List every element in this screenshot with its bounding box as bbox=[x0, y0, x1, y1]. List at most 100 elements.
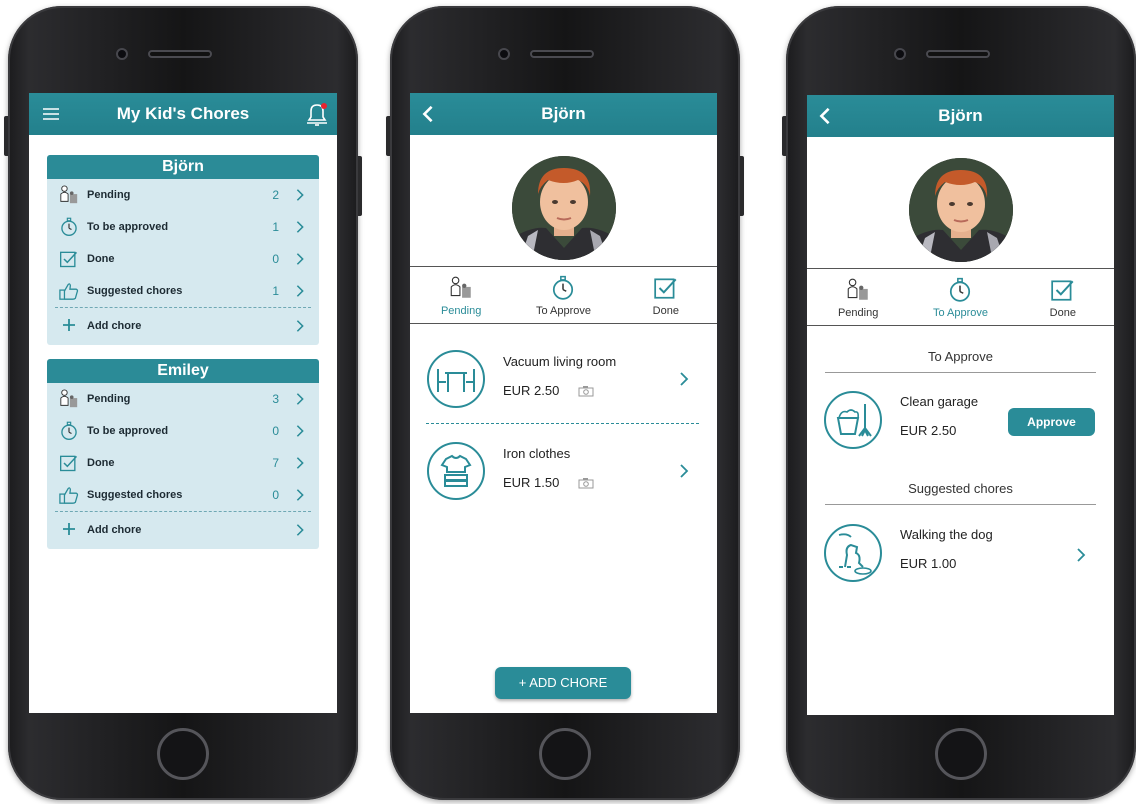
chore-item[interactable]: Iron clothes EUR 1.50 bbox=[410, 429, 717, 509]
row-to-be-approved[interactable]: To be approved 0 bbox=[47, 415, 319, 447]
hamburger-menu-icon[interactable] bbox=[41, 103, 61, 125]
chevron-right-icon bbox=[295, 252, 305, 266]
chevron-right-icon bbox=[295, 456, 305, 470]
chevron-right-icon bbox=[1076, 547, 1086, 563]
tab-label: Done bbox=[652, 305, 679, 317]
divider bbox=[426, 423, 699, 424]
tab-to-approve[interactable]: To Approve bbox=[512, 267, 614, 323]
add-chore-label: Add chore bbox=[87, 320, 142, 332]
checkbox-icon bbox=[653, 275, 679, 301]
chevron-right-icon bbox=[295, 488, 305, 502]
chevron-right-icon bbox=[295, 424, 305, 438]
screen-kid-pending: Björn Pending To Approve Done Vacuum liv… bbox=[410, 93, 717, 713]
stopwatch-icon bbox=[58, 421, 80, 441]
stopwatch-icon bbox=[947, 277, 973, 303]
stopwatch-icon bbox=[58, 217, 80, 237]
screen-kids-overview: My Kid's Chores Björn Pending 2 To be ap… bbox=[29, 93, 337, 713]
stopwatch-icon bbox=[550, 275, 576, 301]
row-label: To be approved bbox=[87, 425, 169, 437]
phone-frame-2: Björn Pending To Approve Done Vacuum liv… bbox=[386, 6, 744, 800]
pending-icon bbox=[58, 389, 80, 409]
chore-price: EUR 2.50 bbox=[900, 423, 957, 438]
folded-clothes-icon bbox=[427, 442, 485, 500]
phone-frame-3: Björn Pending To Approve Done To Approve bbox=[782, 6, 1136, 800]
bucket-broom-icon bbox=[824, 391, 882, 449]
tab-label: Pending bbox=[440, 305, 482, 317]
tab-label: To Approve bbox=[932, 307, 989, 319]
checkbox-icon bbox=[1050, 277, 1076, 303]
tab-pending[interactable]: Pending bbox=[410, 267, 512, 323]
row-label: Done bbox=[87, 457, 115, 469]
chore-item[interactable]: Walking the dog EUR 1.00 bbox=[807, 511, 1114, 591]
plus-icon bbox=[63, 319, 75, 331]
chevron-right-icon bbox=[679, 371, 689, 387]
front-camera bbox=[498, 48, 510, 60]
back-chevron-icon[interactable] bbox=[819, 106, 831, 126]
row-count: 2 bbox=[272, 188, 279, 202]
home-button[interactable] bbox=[935, 728, 987, 780]
checkbox-icon bbox=[58, 249, 80, 269]
page-title: Björn bbox=[541, 104, 586, 123]
chevron-right-icon bbox=[295, 284, 305, 298]
row-to-be-approved[interactable]: To be approved 1 bbox=[47, 211, 319, 243]
row-label: Suggested chores bbox=[87, 489, 183, 501]
row-count: 0 bbox=[272, 488, 279, 502]
tab-bar: Pending To Approve Done bbox=[410, 266, 717, 324]
tab-to-approve[interactable]: To Approve bbox=[909, 269, 1011, 325]
chore-name: Iron clothes bbox=[503, 446, 571, 461]
tab-done[interactable]: Done bbox=[615, 267, 717, 323]
row-label: To be approved bbox=[87, 221, 169, 233]
thumbs-up-icon bbox=[58, 281, 80, 301]
chevron-right-icon bbox=[295, 392, 305, 406]
tab-bar: Pending To Approve Done bbox=[807, 268, 1114, 326]
chore-price: EUR 1.00 bbox=[900, 556, 957, 571]
row-suggested-chores[interactable]: Suggested chores 0 bbox=[47, 479, 319, 511]
approve-button[interactable]: Approve bbox=[1008, 408, 1095, 436]
row-count: 1 bbox=[272, 220, 279, 234]
tab-label: To Approve bbox=[535, 305, 592, 317]
add-chore-button[interactable]: Add chore bbox=[47, 308, 319, 344]
screen-kid-to-approve: Björn Pending To Approve Done To Approve bbox=[807, 95, 1114, 715]
chevron-right-icon bbox=[295, 523, 305, 537]
row-count: 3 bbox=[272, 392, 279, 406]
tab-pending[interactable]: Pending bbox=[807, 269, 909, 325]
row-pending[interactable]: Pending 3 bbox=[47, 383, 319, 415]
chore-name: Vacuum living room bbox=[503, 354, 617, 369]
chore-name: Walking the dog bbox=[900, 527, 993, 542]
notification-bell-icon[interactable] bbox=[305, 101, 329, 127]
row-suggested-chores[interactable]: Suggested chores 1 bbox=[47, 275, 319, 307]
kid-name[interactable]: Emiley bbox=[47, 359, 319, 383]
row-done[interactable]: Done 0 bbox=[47, 243, 319, 275]
chore-price: EUR 1.50 bbox=[503, 475, 560, 490]
front-camera bbox=[894, 48, 906, 60]
kid-card-emiley: Emiley Pending 3 To be approved 0 Done 7 bbox=[47, 359, 319, 549]
section-title: To Approve bbox=[825, 349, 1096, 373]
row-pending[interactable]: Pending 2 bbox=[47, 179, 319, 211]
row-label: Pending bbox=[87, 189, 131, 201]
dog-icon bbox=[824, 524, 882, 582]
tab-label: Pending bbox=[837, 307, 879, 319]
add-chore-button[interactable]: + ADD CHORE bbox=[495, 667, 631, 699]
chore-item[interactable]: Vacuum living room EUR 2.50 bbox=[410, 337, 717, 417]
home-button[interactable] bbox=[539, 728, 591, 780]
table-chairs-icon bbox=[427, 350, 485, 408]
camera-icon bbox=[578, 477, 594, 489]
row-count: 1 bbox=[272, 284, 279, 298]
chevron-right-icon bbox=[679, 463, 689, 479]
back-chevron-icon[interactable] bbox=[422, 104, 434, 124]
chevron-right-icon bbox=[295, 188, 305, 202]
row-label: Done bbox=[87, 253, 115, 265]
kid-card-bjorn: Björn Pending 2 To be approved 1 Done 0 bbox=[47, 155, 319, 345]
speaker-grille bbox=[148, 50, 212, 58]
home-button[interactable] bbox=[157, 728, 209, 780]
phone-frame-1: My Kid's Chores Björn Pending 2 To be ap… bbox=[4, 6, 362, 800]
chore-price: EUR 2.50 bbox=[503, 383, 560, 398]
kid-name[interactable]: Björn bbox=[47, 155, 319, 179]
add-chore-button[interactable]: Add chore bbox=[47, 512, 319, 548]
page-title: My Kid's Chores bbox=[116, 104, 250, 123]
camera-icon bbox=[578, 385, 594, 397]
tab-done[interactable]: Done bbox=[1012, 269, 1114, 325]
plus-icon bbox=[63, 523, 75, 535]
add-chore-label: Add chore bbox=[87, 524, 142, 536]
row-done[interactable]: Done 7 bbox=[47, 447, 319, 479]
